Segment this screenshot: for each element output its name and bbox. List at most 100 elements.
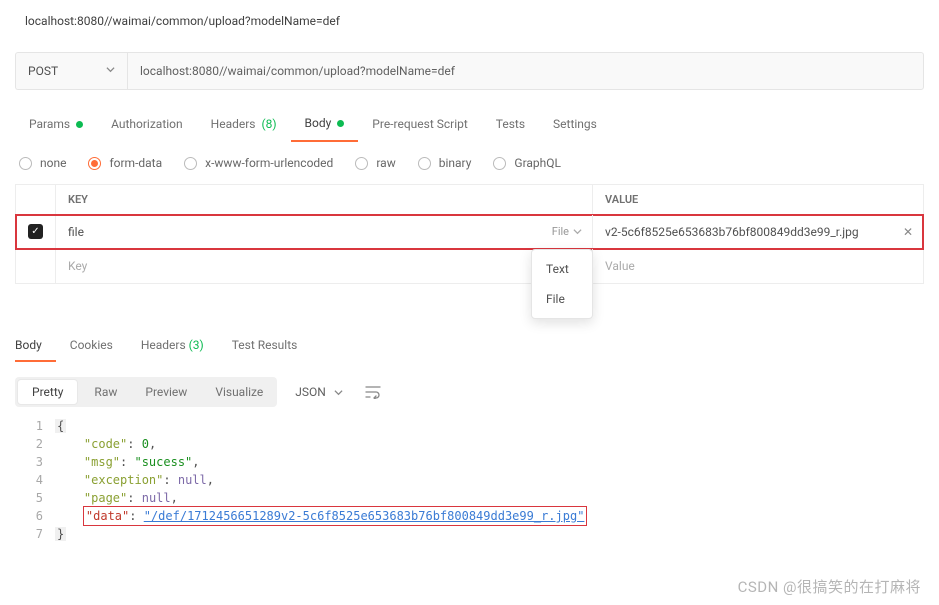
chevron-down-icon [106, 65, 115, 77]
url-display: localhost:8080//waimai/common/upload?mod… [15, 10, 924, 40]
tab-authorization[interactable]: Authorization [97, 110, 197, 142]
radio-icon [493, 157, 506, 170]
view-mode-preview[interactable]: Preview [131, 377, 201, 407]
headers-count: (8) [262, 117, 277, 131]
method-select[interactable]: POST [15, 52, 127, 90]
tok: { [55, 419, 66, 433]
tab-params[interactable]: Params [15, 110, 97, 142]
key-placeholder: Key [68, 259, 87, 273]
response-toolbar: Pretty Raw Preview Visualize JSON [15, 377, 924, 407]
tab-label: Headers [211, 117, 256, 131]
line-number: 1 [15, 417, 43, 435]
line-number: 7 [15, 525, 43, 543]
radio-icon [418, 157, 431, 170]
body-mode-binary[interactable]: binary [414, 156, 472, 170]
code-line: "msg": "sucess", [55, 453, 924, 471]
row-check [16, 249, 56, 283]
tab-label: Params [29, 117, 70, 131]
wrap-line-icon[interactable] [359, 378, 387, 406]
body-mode-graphql[interactable]: GraphQL [489, 156, 561, 170]
tab-label: Headers [141, 338, 186, 352]
method-label: POST [28, 64, 58, 78]
tok: "code" [84, 437, 127, 451]
tab-settings[interactable]: Settings [539, 110, 611, 142]
radio-icon [355, 157, 368, 170]
request-tabs: Params Authorization Headers (8) Body Pr… [15, 110, 924, 142]
format-label: JSON [295, 385, 326, 399]
dot-icon [76, 121, 83, 128]
radio-label: none [40, 156, 66, 170]
line-gutter: 1 2 3 4 5 6 7 [15, 417, 55, 543]
formdata-table: KEY VALUE ✓ file File Text File v2-5c6f8… [15, 184, 924, 284]
resp-tab-cookies[interactable]: Cookies [70, 332, 127, 362]
line-number: 2 [15, 435, 43, 453]
response-tabs: Body Cookies Headers (3) Test Results [15, 332, 924, 363]
key-type-select[interactable]: File [552, 225, 582, 238]
th-value: VALUE [593, 185, 923, 214]
close-icon[interactable]: ✕ [903, 225, 913, 239]
table-row: Key Value [16, 249, 923, 283]
view-mode-pretty[interactable]: Pretty [17, 379, 78, 405]
code-line: "page": null, [55, 489, 924, 507]
radio-label: binary [439, 156, 472, 170]
body-mode-xwww[interactable]: x-www-form-urlencoded [180, 156, 333, 170]
value-placeholder: Value [605, 259, 635, 273]
resp-tab-testresults[interactable]: Test Results [232, 332, 312, 362]
code-line: } [55, 525, 924, 543]
code-lines[interactable]: { "code": 0, "msg": "sucess", "exception… [55, 417, 924, 543]
tok: 0 [142, 437, 149, 451]
tok: "/def/1712456651289v2-5c6f8525e653683b76… [144, 509, 585, 523]
tok: null [142, 491, 171, 505]
tok: "page" [84, 491, 127, 505]
resp-tab-body[interactable]: Body [15, 332, 56, 362]
chevron-down-icon [334, 388, 343, 397]
body-mode-raw[interactable]: raw [351, 156, 395, 170]
row-key-cell[interactable]: Key [56, 249, 593, 283]
row-check[interactable]: ✓ [16, 215, 56, 248]
value-text: v2-5c6f8525e653683b76bf800849dd3e99_r.jp… [605, 225, 859, 239]
tab-tests[interactable]: Tests [482, 110, 539, 142]
tab-prerequest[interactable]: Pre-request Script [358, 110, 481, 142]
tok: null [178, 473, 207, 487]
view-mode-raw[interactable]: Raw [80, 377, 131, 407]
checkbox-icon: ✓ [28, 224, 43, 239]
tab-body[interactable]: Body [291, 110, 359, 142]
format-select[interactable]: JSON [295, 385, 343, 399]
dropdown-item-file[interactable]: File [532, 284, 592, 314]
watermark: CSDN @很搞笑的在打麻将 [738, 576, 921, 597]
row-key-cell[interactable]: file File Text File [56, 215, 593, 248]
body-mode-none[interactable]: none [15, 156, 66, 170]
chevron-down-icon [573, 227, 582, 236]
view-mode-visualize[interactable]: Visualize [201, 377, 277, 407]
th-check [16, 185, 56, 214]
headers-count: (3) [189, 338, 204, 352]
request-bar: POST localhost:8080//waimai/common/uploa… [15, 52, 924, 90]
response-body: 1 2 3 4 5 6 7 { "code": 0, "msg": "suces… [15, 417, 924, 543]
tok: "data" [86, 509, 129, 523]
body-mode-row: none form-data x-www-form-urlencoded raw… [15, 156, 924, 170]
radio-label: x-www-form-urlencoded [205, 156, 333, 170]
resp-tab-headers[interactable]: Headers (3) [141, 332, 218, 362]
dropdown-item-text[interactable]: Text [532, 254, 592, 284]
tab-headers[interactable]: Headers (8) [197, 110, 291, 142]
tok: } [55, 527, 66, 541]
view-modes: Pretty Raw Preview Visualize [15, 377, 277, 407]
tok: "sucess" [134, 455, 192, 469]
url-input[interactable]: localhost:8080//waimai/common/upload?mod… [127, 52, 924, 90]
code-line: "exception": null, [55, 471, 924, 489]
radio-label: form-data [109, 156, 162, 170]
line-number: 5 [15, 489, 43, 507]
line-number: 6 [15, 507, 43, 525]
code-line: "data": "/def/1712456651289v2-5c6f8525e6… [55, 507, 924, 525]
table-header: KEY VALUE [16, 185, 923, 215]
radio-icon [184, 157, 197, 170]
tok: "msg" [84, 455, 120, 469]
line-number: 3 [15, 453, 43, 471]
row-value-cell[interactable]: v2-5c6f8525e653683b76bf800849dd3e99_r.jp… [593, 215, 923, 248]
table-row: ✓ file File Text File v2-5c6f8525e653683… [16, 215, 923, 249]
highlighted-line: "data": "/def/1712456651289v2-5c6f8525e6… [84, 507, 587, 525]
row-value-cell[interactable]: Value [593, 249, 923, 283]
th-key: KEY [56, 185, 593, 214]
body-mode-formdata[interactable]: form-data [84, 156, 162, 170]
dot-icon [337, 120, 344, 127]
